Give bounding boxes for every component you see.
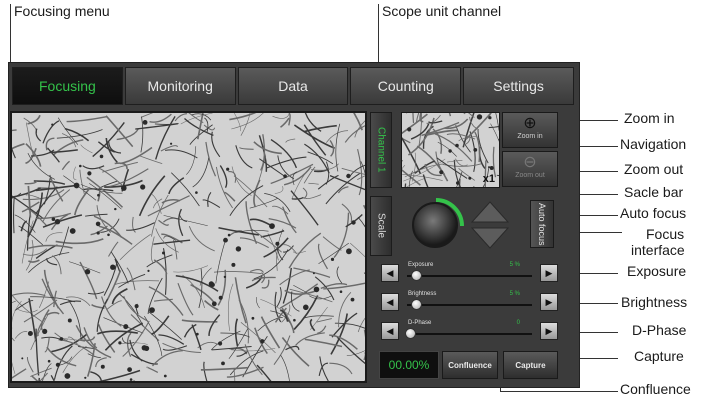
focus-knob[interactable]	[412, 202, 458, 248]
auto-focus-label: Auto focus	[537, 202, 547, 246]
zoom-in-label: Zoom in	[517, 133, 543, 140]
dphase-value: 0	[516, 320, 520, 326]
exposure-track[interactable]	[407, 275, 532, 277]
dphase-track[interactable]	[407, 333, 532, 335]
dphase-increase-button[interactable]: ▶	[540, 322, 558, 340]
callout-brightness: Brightness	[621, 294, 688, 310]
callout-confluence: Confluence	[620, 381, 691, 397]
zoom-out-label: Zoom out	[515, 172, 545, 179]
focus-down-arrow-icon[interactable]	[470, 226, 510, 250]
callout-focus: Focus	[646, 226, 685, 242]
scale-tab[interactable]: Scale	[370, 196, 392, 256]
live-view-image[interactable]	[10, 111, 367, 383]
tab-data[interactable]: Data	[237, 67, 349, 105]
exposure-increase-button[interactable]: ▶	[540, 264, 558, 282]
callout-exposure: Exposure	[627, 263, 687, 279]
channel-1-tab[interactable]: Channel 1	[370, 112, 392, 188]
leader-line	[10, 4, 11, 62]
tab-settings[interactable]: Settings	[463, 67, 574, 105]
zoom-in-icon: ⊕	[523, 115, 537, 132]
confluence-button[interactable]: Confluence	[442, 351, 498, 379]
zoom-in-button[interactable]: ⊕ Zoom in	[502, 112, 558, 148]
leader-line	[500, 391, 618, 392]
scale-label: Scale	[375, 213, 387, 239]
focus-up-arrow-icon[interactable]	[470, 200, 510, 224]
channel-1-label: Channel 1	[375, 127, 387, 173]
tab-monitoring[interactable]: Monitoring	[124, 67, 236, 105]
brightness-track[interactable]	[407, 304, 532, 306]
zoom-out-button[interactable]: ⊖ Zoom out	[502, 151, 558, 187]
dphase-decrease-button[interactable]: ◀	[381, 322, 399, 340]
callout-zoom-in: Zoom in	[624, 110, 675, 126]
tab-counting[interactable]: Counting	[350, 67, 462, 105]
zoom-out-icon: ⊖	[523, 154, 537, 171]
exposure-slider: ◀ Exposure 5 % ▶	[381, 262, 558, 284]
dphase-slider: ◀ D-Phase 0 ▶	[381, 320, 558, 342]
callout-focus-interface: interface	[631, 242, 685, 258]
callout-navigation: Navigation	[620, 136, 687, 152]
callout-scope-unit-channel: Scope unit channel	[382, 3, 502, 19]
navigation-thumbnail[interactable]: x1	[401, 112, 500, 188]
exposure-thumb[interactable]	[411, 270, 423, 281]
capture-button[interactable]: Capture	[503, 351, 558, 379]
brightness-value: 5 %	[509, 291, 520, 297]
brightness-label: Brightness	[408, 291, 437, 297]
exposure-value: 5 %	[509, 262, 520, 268]
callout-dphase: D-Phase	[632, 322, 687, 338]
brightness-thumb[interactable]	[411, 299, 423, 310]
callout-auto-focus: Auto focus	[620, 205, 687, 221]
exposure-label: Exposure	[408, 262, 434, 268]
confluence-readout: 00.00%	[379, 351, 439, 379]
callout-focusing-menu: Focusing menu	[14, 3, 110, 19]
cell-micrograph	[12, 113, 365, 381]
zoom-level: x1	[482, 173, 495, 185]
callout-capture: Capture	[634, 348, 684, 364]
auto-focus-button[interactable]: Auto focus	[530, 200, 554, 248]
callout-zoom-out: Zoom out	[624, 161, 684, 177]
dphase-label: D-Phase	[408, 320, 432, 326]
focusing-menu: Focusing Monitoring Data Counting Settin…	[12, 67, 574, 105]
brightness-increase-button[interactable]: ▶	[540, 293, 558, 311]
callout-scale-bar: Sacle bar	[624, 184, 684, 200]
dphase-thumb[interactable]	[405, 328, 416, 339]
brightness-decrease-button[interactable]: ◀	[381, 293, 399, 311]
brightness-slider: ◀ Brightness 5 % ▶	[381, 291, 558, 313]
exposure-decrease-button[interactable]: ◀	[381, 264, 399, 282]
tab-focusing[interactable]: Focusing	[12, 67, 123, 105]
